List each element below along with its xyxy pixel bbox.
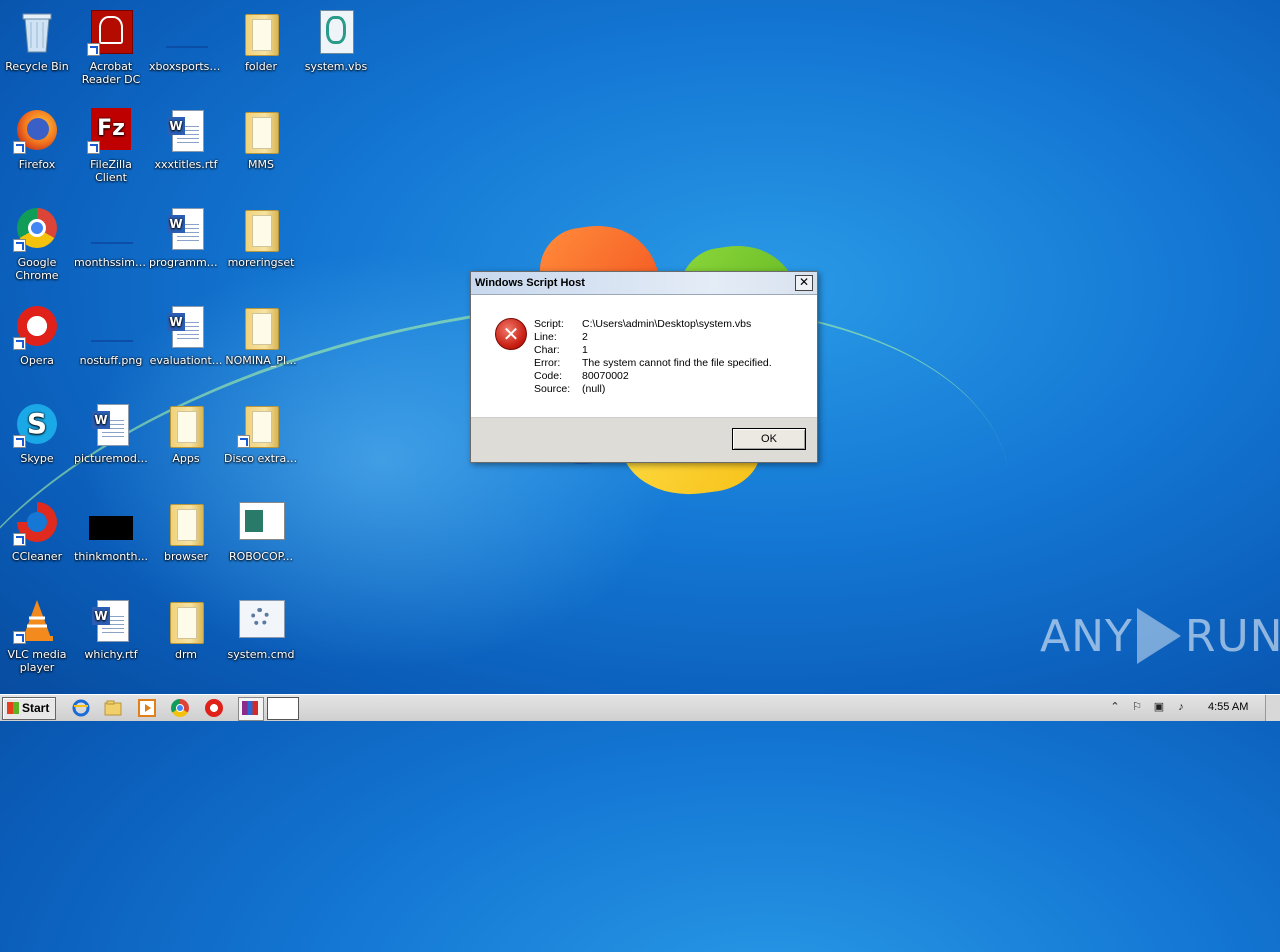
error-details: Script: C:\Users\admin\Desktop\system.vbs… <box>534 318 772 396</box>
detail-row-script: Script: C:\Users\admin\Desktop\system.vbs <box>534 318 752 330</box>
recycle-bin-icon <box>13 8 61 56</box>
network-icon[interactable]: ▣ <box>1152 700 1166 714</box>
word-doc-icon: W <box>162 106 210 154</box>
desktop-icon-disco-extraible[interactable]: Disco extraible <box>224 400 298 465</box>
firefox-icon <box>13 106 61 154</box>
desktop-icon-thinkmonth[interactable]: thinkmonth... <box>74 498 148 563</box>
word-doc-icon: W <box>162 302 210 350</box>
winrar-taskbar-icon[interactable] <box>238 697 264 721</box>
desktop-icon-opera[interactable]: Opera <box>0 302 74 367</box>
volume-icon[interactable]: ♪ <box>1174 700 1188 714</box>
detail-row-line: Line: 2 <box>534 331 588 343</box>
desktop-icon-filezilla[interactable]: Fz FileZilla Client <box>74 106 148 184</box>
folder-icon <box>237 204 285 252</box>
word-doc-icon: W <box>87 400 135 448</box>
desktop-icon-picturemodi[interactable]: W picturemodi... <box>74 400 148 465</box>
desktop-icon-browser[interactable]: browser <box>149 498 223 563</box>
desktop-icon-monthssimp[interactable]: monthssimp... <box>74 204 148 269</box>
ok-button[interactable]: OK <box>732 428 806 450</box>
folder-icon <box>162 400 210 448</box>
detail-row-error: Error: The system cannot find the file sp… <box>534 357 772 369</box>
folder-icon <box>162 596 210 644</box>
desktop-icon-skype[interactable]: S Skype <box>0 400 74 465</box>
image-file-icon <box>162 8 210 56</box>
ccleaner-icon <box>13 498 61 546</box>
desktop-icon-mms[interactable]: MMS <box>224 106 298 171</box>
opera-taskbar-icon[interactable] <box>205 699 223 717</box>
play-icon <box>1136 608 1181 664</box>
media-player-icon[interactable] <box>138 699 156 717</box>
filezilla-icon: Fz <box>87 106 135 154</box>
acrobat-icon <box>87 8 135 56</box>
desktop-icon-acrobat-reader[interactable]: Acrobat Reader DC <box>74 8 148 86</box>
folder-icon <box>162 498 210 546</box>
folder-icon <box>237 106 285 154</box>
desktop-icon-vlc[interactable]: VLC media player <box>0 596 74 674</box>
desktop-icon-drm[interactable]: drm <box>149 596 223 661</box>
desktop-icon-ccleaner[interactable]: CCleaner <box>0 498 74 563</box>
image-file-icon <box>87 302 135 350</box>
black-thumbnail-icon <box>87 498 135 546</box>
word-doc-icon: W <box>87 596 135 644</box>
anyrun-watermark: ANY RUN <box>1040 608 1280 664</box>
dialog-footer: OK <box>471 417 817 462</box>
desktop-icon-system-vbs[interactable]: system.vbs <box>299 8 373 73</box>
word-doc-icon: W <box>162 204 210 252</box>
desktop-icon-xboxsports[interactable]: xboxsports.... <box>149 8 223 73</box>
vlc-icon <box>13 596 61 644</box>
skype-icon: S <box>13 400 61 448</box>
action-center-flag-icon[interactable]: ⚐ <box>1130 700 1144 714</box>
folder-icon <box>237 400 285 448</box>
opera-icon <box>13 302 61 350</box>
desktop-icon-moreringset[interactable]: moreringset <box>224 204 298 269</box>
desktop-icon-folder[interactable]: folder <box>224 8 298 73</box>
show-desktop-button[interactable] <box>1265 695 1280 721</box>
start-button[interactable]: Start <box>2 697 56 720</box>
detail-row-code: Code: 80070002 <box>534 370 629 382</box>
desktop-icon-google-chrome[interactable]: Google Chrome <box>0 204 74 282</box>
ie-icon[interactable] <box>72 699 90 717</box>
chrome-icon <box>13 204 61 252</box>
folder-icon <box>237 8 285 56</box>
desktop-icon-whichy-rtf[interactable]: W whichy.rtf <box>74 596 148 661</box>
desktop-icon-nostuff-png[interactable]: nostuff.png <box>74 302 148 367</box>
desktop-icon-robocop[interactable]: ROBOCOP... <box>224 498 298 563</box>
windows-flag-icon <box>7 702 19 714</box>
desktop-icon-evaluationt[interactable]: W evaluationt... <box>149 302 223 367</box>
gear-script-icon <box>237 596 285 644</box>
desktop-icon-recycle-bin[interactable]: Recycle Bin <box>0 8 74 73</box>
detail-row-source: Source: (null) <box>534 383 606 395</box>
desktop-icon-programme[interactable]: W programme... <box>149 204 223 269</box>
window-app-icon <box>237 498 285 546</box>
system-tray: ⌃ ⚐ ▣ ♪ <box>1106 695 1280 721</box>
dialog-body: ✕ Script: C:\Users\admin\Desktop\system.v… <box>471 295 817 417</box>
wsh-error-dialog: Windows Script Host ✕ ✕ Script: C:\Users\… <box>470 271 818 463</box>
desktop-icon-xxxtitles-rtf[interactable]: W xxxtitles.rtf <box>149 106 223 171</box>
taskbar: Start ⌃ ⚐ ▣ ♪ 4:55 AM <box>0 694 1280 721</box>
image-file-icon <box>87 204 135 252</box>
detail-row-char: Char: 1 <box>534 344 588 356</box>
chevron-up-icon[interactable]: ⌃ <box>1108 700 1122 714</box>
dialog-title: Windows Script Host <box>471 272 817 295</box>
desktop-icon-nomina-pi[interactable]: NOMINA_PI... <box>224 302 298 367</box>
desktop-icon-apps[interactable]: Apps <box>149 400 223 465</box>
script-scroll-icon <box>312 8 360 56</box>
taskbar-active-window[interactable] <box>267 697 299 720</box>
chrome-taskbar-icon[interactable] <box>171 699 189 717</box>
desktop-icon-firefox[interactable]: Firefox <box>0 106 74 171</box>
clock[interactable]: 4:55 AM <box>1208 701 1248 713</box>
folder-icon <box>237 302 285 350</box>
explorer-folder-icon[interactable] <box>104 699 122 717</box>
close-icon[interactable]: ✕ <box>795 275 813 291</box>
desktop-icon-system-cmd[interactable]: system.cmd <box>224 596 298 661</box>
error-icon: ✕ <box>495 318 527 350</box>
